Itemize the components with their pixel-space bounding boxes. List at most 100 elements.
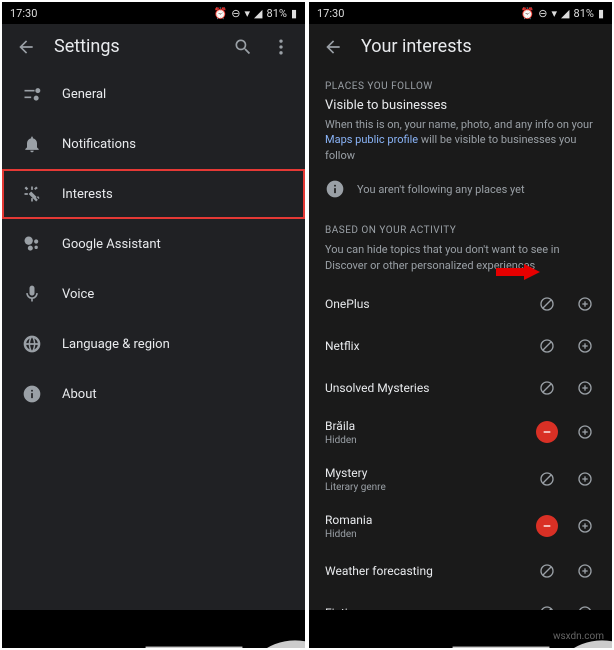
topic-name: Mystery bbox=[325, 466, 520, 480]
block-button[interactable] bbox=[536, 377, 558, 399]
follow-button[interactable] bbox=[574, 468, 596, 490]
battery-icon: ▮ bbox=[598, 7, 604, 20]
nav-bar bbox=[2, 610, 305, 648]
topic-subtitle: Hidden bbox=[325, 529, 520, 540]
block-button[interactable] bbox=[536, 468, 558, 490]
no-places-row: You aren't following any places yet bbox=[309, 173, 612, 213]
nav-back-icon[interactable] bbox=[246, 620, 264, 638]
menu-item-label: Google Assistant bbox=[62, 237, 161, 252]
more-icon[interactable] bbox=[271, 37, 291, 57]
info-icon bbox=[325, 179, 345, 199]
nav-bar bbox=[309, 610, 612, 648]
annotation-arrow bbox=[496, 264, 540, 280]
places-section-label: PLACES YOU FOLLOW bbox=[309, 69, 612, 98]
maps-profile-link[interactable]: Maps public profile bbox=[325, 133, 418, 146]
topic-name: Weather forecasting bbox=[325, 564, 520, 578]
topic-name: Unsolved Mysteries bbox=[325, 381, 520, 395]
settings-item-voice[interactable]: Voice bbox=[2, 269, 305, 319]
status-icons: ⏰ ⊖ ▾ ◢ 81% ▮ bbox=[521, 7, 604, 20]
topic-row[interactable]: Fiction bbox=[309, 592, 612, 610]
signal-icon: ◢ bbox=[561, 7, 569, 20]
follow-button[interactable] bbox=[574, 421, 596, 443]
block-button[interactable] bbox=[536, 293, 558, 315]
wifi-icon: ▾ bbox=[245, 7, 251, 20]
assistant-icon bbox=[22, 234, 42, 254]
topic-name: OnePlus bbox=[325, 297, 520, 311]
alarm-icon: ⏰ bbox=[214, 7, 228, 20]
menu-item-label: About bbox=[62, 387, 97, 402]
follow-button[interactable] bbox=[574, 515, 596, 537]
topic-row[interactable]: Weather forecasting bbox=[309, 550, 612, 592]
topic-name: Brăila bbox=[325, 419, 520, 433]
topic-row[interactable]: Romania Hidden bbox=[309, 503, 612, 550]
interests-screen: 17:30 ⏰ ⊖ ▾ ◢ 81% ▮ Your interests PLACE… bbox=[309, 2, 612, 648]
menu-item-label: Notifications bbox=[62, 137, 136, 152]
page-title: Your interests bbox=[361, 36, 598, 57]
topic-row[interactable]: Unsolved Mysteries bbox=[309, 367, 612, 409]
dnd-icon: ⊖ bbox=[538, 7, 547, 20]
activity-section-label: BASED ON YOUR ACTIVITY bbox=[309, 213, 612, 242]
page-title: Settings bbox=[54, 36, 215, 57]
status-time: 17:30 bbox=[10, 7, 37, 20]
sliders-icon bbox=[22, 84, 42, 104]
block-button[interactable] bbox=[536, 602, 558, 610]
info-icon bbox=[22, 384, 42, 404]
search-icon[interactable] bbox=[233, 37, 253, 57]
follow-button[interactable] bbox=[574, 335, 596, 357]
unhide-button[interactable] bbox=[536, 515, 558, 537]
nav-recent-icon[interactable] bbox=[44, 620, 62, 638]
battery-text: 81% bbox=[267, 7, 287, 20]
menu-item-label: Language & region bbox=[62, 337, 170, 352]
topics-list: OnePlus Netflix Unsolved Mysteries Brăila Hi… bbox=[309, 283, 612, 610]
dnd-icon: ⊖ bbox=[231, 7, 240, 20]
follow-button[interactable] bbox=[574, 560, 596, 582]
settings-item-google-assistant[interactable]: Google Assistant bbox=[2, 219, 305, 269]
back-icon[interactable] bbox=[323, 37, 343, 57]
topic-subtitle: Literary genre bbox=[325, 482, 520, 493]
content-scroll[interactable]: PLACES YOU FOLLOW Visible to businesses … bbox=[309, 69, 612, 610]
settings-list: General Notifications Interests Google Assi… bbox=[2, 69, 305, 610]
watermark: wsxdn.com bbox=[553, 631, 604, 642]
settings-item-general[interactable]: General bbox=[2, 69, 305, 119]
app-bar: Settings bbox=[2, 24, 305, 69]
app-bar: Your interests bbox=[309, 24, 612, 69]
status-time: 17:30 bbox=[317, 7, 344, 20]
topic-row[interactable]: Mystery Literary genre bbox=[309, 456, 612, 503]
block-button[interactable] bbox=[536, 335, 558, 357]
settings-item-about[interactable]: About bbox=[2, 369, 305, 419]
activity-desc: You can hide topics that you don't want … bbox=[309, 242, 612, 283]
settings-screen: 17:30 ⏰ ⊖ ▾ ◢ 81% ▮ Settings General Noti… bbox=[2, 2, 305, 648]
settings-item-language-region[interactable]: Language & region bbox=[2, 319, 305, 369]
topic-row[interactable]: Brăila Hidden bbox=[309, 409, 612, 456]
globe-icon bbox=[22, 334, 42, 354]
mic-icon bbox=[22, 284, 42, 304]
status-icons: ⏰ ⊖ ▾ ◢ 81% ▮ bbox=[214, 7, 297, 20]
follow-button[interactable] bbox=[574, 602, 596, 610]
back-icon[interactable] bbox=[16, 37, 36, 57]
visible-to-businesses-desc: When this is on, your name, photo, and a… bbox=[309, 117, 612, 173]
follow-button[interactable] bbox=[574, 377, 596, 399]
settings-item-notifications[interactable]: Notifications bbox=[2, 119, 305, 169]
wand-icon bbox=[22, 184, 42, 204]
topic-subtitle: Hidden bbox=[325, 435, 520, 446]
menu-item-label: Interests bbox=[62, 187, 113, 202]
settings-item-interests[interactable]: Interests bbox=[2, 169, 305, 219]
visible-to-businesses-title: Visible to businesses bbox=[309, 98, 612, 117]
menu-item-label: Voice bbox=[62, 287, 94, 302]
nav-home-icon[interactable] bbox=[145, 620, 163, 638]
battery-icon: ▮ bbox=[291, 7, 297, 20]
menu-item-label: General bbox=[62, 87, 106, 102]
nav-home-icon[interactable] bbox=[452, 620, 470, 638]
follow-button[interactable] bbox=[574, 293, 596, 315]
wifi-icon: ▾ bbox=[552, 7, 558, 20]
topic-row[interactable]: Netflix bbox=[309, 325, 612, 367]
topic-name: Romania bbox=[325, 513, 520, 527]
status-bar: 17:30 ⏰ ⊖ ▾ ◢ 81% ▮ bbox=[309, 2, 612, 24]
topic-row[interactable]: OnePlus bbox=[309, 283, 612, 325]
topic-name: Netflix bbox=[325, 339, 520, 353]
bell-icon bbox=[22, 134, 42, 154]
nav-recent-icon[interactable] bbox=[351, 620, 369, 638]
unhide-button[interactable] bbox=[536, 421, 558, 443]
block-button[interactable] bbox=[536, 560, 558, 582]
status-bar: 17:30 ⏰ ⊖ ▾ ◢ 81% ▮ bbox=[2, 2, 305, 24]
